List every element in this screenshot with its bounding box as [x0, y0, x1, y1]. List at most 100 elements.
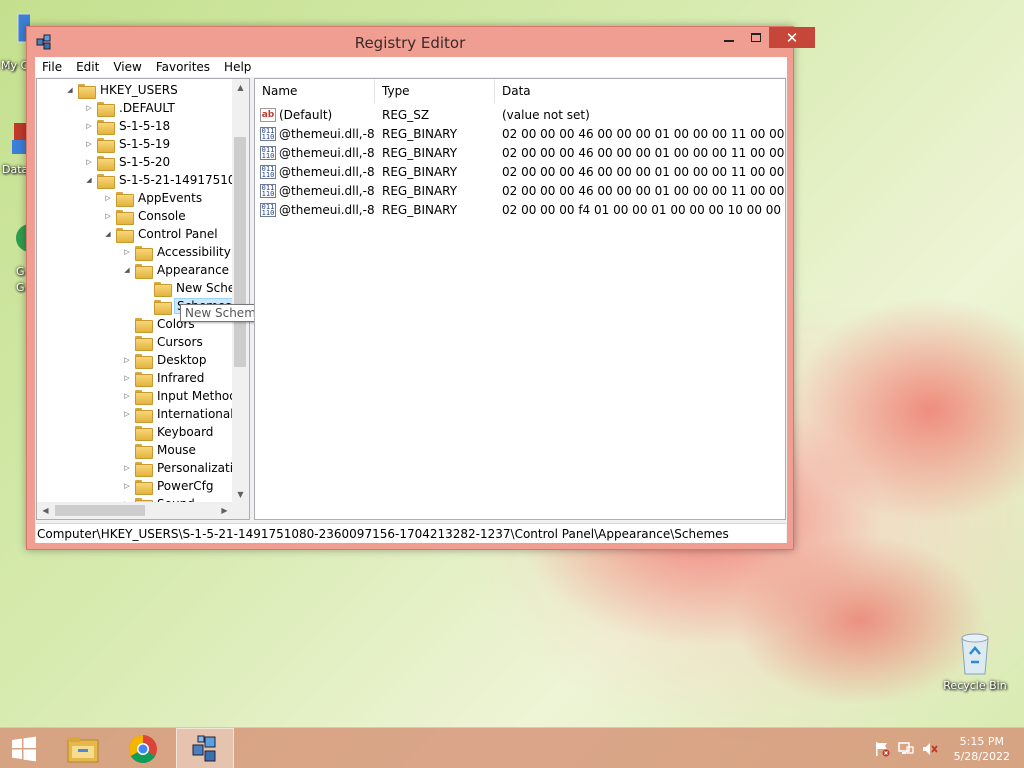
value-row[interactable]: ab (Default) REG_SZ (value not set) — [255, 105, 785, 124]
folder-icon — [97, 173, 115, 189]
value-type: REG_BINARY — [382, 126, 458, 141]
windows-logo-icon — [12, 736, 36, 761]
scrollbar-thumb[interactable] — [55, 505, 145, 516]
column-header-name[interactable]: Name — [255, 79, 375, 103]
tree-node-appevents[interactable]: ▷ AppEvents — [103, 189, 204, 207]
menu-edit[interactable]: Edit — [69, 60, 106, 74]
scroll-right-icon[interactable]: ▶ — [216, 502, 233, 519]
network-icon[interactable] — [898, 741, 914, 757]
tree-node-s-1-5-18[interactable]: ▷ S-1-5-18 — [84, 117, 172, 135]
scroll-up-icon[interactable]: ▲ — [232, 79, 249, 96]
value-row[interactable]: 011 110 @themeui.dll,-8... REG_BINARY 02… — [255, 124, 785, 143]
expand-arrow-icon[interactable]: ▷ — [122, 355, 132, 365]
tree-node-s-1-5-19[interactable]: ▷ S-1-5-19 — [84, 135, 172, 153]
tree-node-default[interactable]: ▷ .DEFAULT — [84, 99, 177, 117]
tree-node-s-1-5-21-user[interactable]: ◢ S-1-5-21-1491751080- — [84, 171, 249, 189]
chrome-icon — [129, 734, 157, 763]
tree-node-infrared[interactable]: ▷ Infrared — [122, 369, 206, 387]
scroll-down-icon[interactable]: ▼ — [232, 486, 249, 503]
collapse-arrow-icon[interactable]: ◢ — [65, 85, 75, 95]
collapse-arrow-icon[interactable]: ◢ — [103, 229, 113, 239]
taskbar-chrome[interactable] — [114, 728, 172, 768]
value-name: @themeui.dll,-8... — [279, 126, 375, 141]
taskbar-file-explorer[interactable] — [54, 728, 112, 768]
tree-node-mouse[interactable]: Mouse — [122, 441, 198, 459]
tree-node-label: HKEY_USERS — [100, 83, 178, 97]
expand-arrow-icon[interactable]: ▷ — [84, 103, 94, 113]
start-button[interactable] — [0, 728, 48, 768]
folder-icon — [135, 335, 153, 351]
value-row[interactable]: 011 110 @themeui.dll,-8... REG_BINARY 02… — [255, 200, 785, 219]
close-button[interactable]: ✕ — [769, 27, 815, 48]
folder-icon — [135, 425, 153, 441]
values-list-pane[interactable]: Name Type Data ab (Default) REG_SZ (valu… — [254, 78, 786, 520]
expand-arrow-icon[interactable]: ▷ — [103, 193, 113, 203]
tree-node-input-method[interactable]: ▷ Input Method — [122, 387, 239, 405]
expand-arrow-icon[interactable]: ▷ — [84, 121, 94, 131]
maximize-button[interactable] — [742, 27, 769, 48]
collapse-arrow-icon[interactable]: ◢ — [122, 265, 132, 275]
tree-node-s-1-5-20[interactable]: ▷ S-1-5-20 — [84, 153, 172, 171]
value-row[interactable]: 011 110 @themeui.dll,-8... REG_BINARY 02… — [255, 181, 785, 200]
expand-arrow-icon[interactable]: ▷ — [122, 463, 132, 473]
expand-arrow-icon[interactable]: ▷ — [122, 247, 132, 257]
value-row[interactable]: 011 110 @themeui.dll,-8... REG_BINARY 02… — [255, 162, 785, 181]
client-area: ◢ HKEY_USERS ▷ .DEFAULT ▷ S-1-5-18 ▷ S-1… — [35, 77, 787, 543]
window-title: Registry Editor — [354, 34, 466, 52]
expand-arrow-icon[interactable]: ▷ — [84, 139, 94, 149]
title-bar[interactable]: Registry Editor ✕ — [27, 27, 815, 57]
tree-node-label: Mouse — [157, 443, 196, 457]
folder-icon — [135, 407, 153, 423]
tree-node-accessibility[interactable]: ▷ Accessibility — [122, 243, 233, 261]
expand-arrow-icon[interactable]: ▷ — [103, 211, 113, 221]
tree-node-label: S-1-5-20 — [119, 155, 171, 169]
menu-help[interactable]: Help — [217, 60, 258, 74]
expand-arrow-icon[interactable]: ▷ — [84, 157, 94, 167]
tree-node-international[interactable]: ▷ International — [122, 405, 236, 423]
tree-node-appearance[interactable]: ◢ Appearance — [122, 261, 231, 279]
tree-node-control-panel[interactable]: ◢ Control Panel — [103, 225, 220, 243]
tree-node-keyboard[interactable]: Keyboard — [122, 423, 215, 441]
taskbar-registry-editor[interactable] — [176, 728, 234, 768]
minimize-button[interactable] — [715, 27, 742, 48]
folder-icon — [97, 101, 115, 117]
desktop-icon-recycle-bin[interactable]: Recycle Bin — [937, 630, 1013, 692]
menu-view[interactable]: View — [106, 60, 148, 74]
tree-node-hkey-users[interactable]: ◢ HKEY_USERS — [65, 81, 180, 99]
folder-icon — [97, 137, 115, 153]
tree-node-console[interactable]: ▷ Console — [103, 207, 188, 225]
expand-arrow-icon[interactable]: ▷ — [122, 373, 132, 383]
scrollbar-thumb[interactable] — [234, 137, 246, 367]
expand-arrow-icon[interactable]: ▷ — [122, 409, 132, 419]
volume-muted-icon[interactable] — [922, 741, 938, 757]
folder-icon — [97, 119, 115, 135]
tree-node-cursors[interactable]: Cursors — [122, 333, 205, 351]
collapse-arrow-icon[interactable]: ◢ — [84, 175, 94, 185]
tree-node-desktop[interactable]: ▷ Desktop — [122, 351, 209, 369]
scroll-left-icon[interactable]: ◀ — [37, 502, 54, 519]
desktop-icon-label: G — [16, 265, 25, 278]
tree-node-label: Accessibility — [157, 245, 231, 259]
tree-node-label: Desktop — [157, 353, 207, 367]
column-header-type[interactable]: Type — [375, 79, 495, 103]
tree-node-powercfg[interactable]: ▷ PowerCfg — [122, 477, 216, 495]
maximize-icon — [750, 32, 761, 42]
expand-arrow-icon[interactable]: ▷ — [122, 391, 132, 401]
tree-node-label: AppEvents — [138, 191, 203, 205]
tree-horizontal-scrollbar[interactable]: ◀ ▶ — [37, 502, 233, 519]
menu-file[interactable]: File — [35, 60, 69, 74]
key-tree-pane[interactable]: ◢ HKEY_USERS ▷ .DEFAULT ▷ S-1-5-18 ▷ S-1… — [36, 78, 250, 520]
tree-node-personalization[interactable]: ▷ Personalization — [122, 459, 249, 477]
taskbar-clock[interactable]: 5:15 PM 5/28/2022 — [954, 734, 1010, 764]
menu-favorites[interactable]: Favorites — [149, 60, 217, 74]
minimize-icon — [723, 39, 734, 42]
column-header-data[interactable]: Data — [495, 79, 785, 103]
action-center-flag-icon[interactable] — [874, 741, 890, 757]
value-row[interactable]: 011 110 @themeui.dll,-8... REG_BINARY 02… — [255, 143, 785, 162]
tree-node-label: S-1-5-18 — [119, 119, 171, 133]
tree-vertical-scrollbar[interactable]: ▲ ▼ — [232, 79, 249, 503]
desktop-icon-label: G — [16, 281, 25, 294]
value-type: REG_BINARY — [382, 145, 458, 160]
expand-arrow-icon[interactable]: ▷ — [122, 481, 132, 491]
